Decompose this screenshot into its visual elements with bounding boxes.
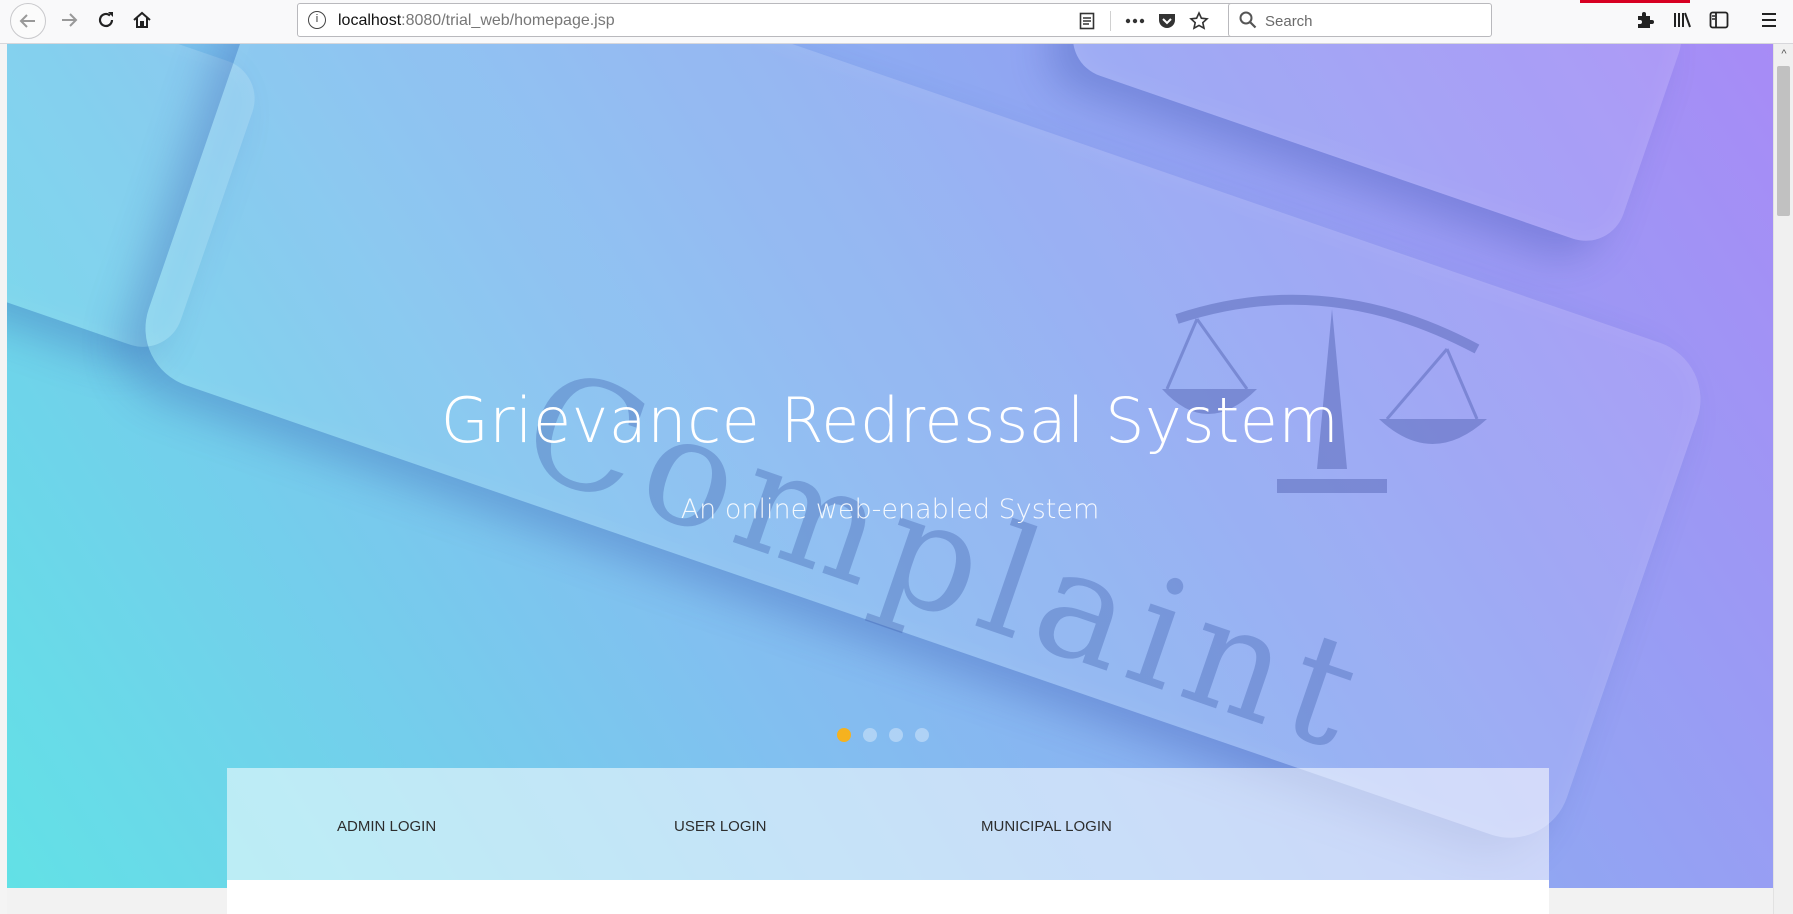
page-viewport: Complaint Grievance Redressal System An … [7, 44, 1773, 914]
carousel-dot-1[interactable] [837, 728, 851, 742]
carousel-indicators [837, 728, 929, 742]
extensions-icon [1638, 12, 1654, 28]
hero-title: Grievance Redressal System [440, 384, 1340, 457]
scroll-up-arrow-icon[interactable]: ^ [1778, 48, 1790, 60]
library-icon [1674, 12, 1691, 28]
user-login-link[interactable]: USER LOGIN [674, 818, 767, 835]
scrollbar-thumb[interactable] [1777, 66, 1790, 216]
admin-login-link[interactable]: ADMIN LOGIN [337, 818, 436, 835]
back-arrow-icon [19, 14, 35, 28]
sidebar-icon [1709, 11, 1729, 29]
municipal-login-link[interactable]: MUNICIPAL LOGIN [981, 818, 1112, 835]
pocket-icon[interactable] [1156, 10, 1178, 32]
login-panel: ADMIN LOGIN USER LOGIN MUNICIPAL LOGIN [227, 768, 1549, 886]
hamburger-menu-icon [1762, 13, 1776, 27]
forward-arrow-icon [62, 13, 78, 27]
reader-view-icon[interactable] [1076, 10, 1098, 32]
menu-button[interactable] [1752, 3, 1786, 37]
reload-icon [98, 12, 114, 28]
forward-button[interactable] [52, 3, 86, 37]
sidebar-button[interactable] [1702, 3, 1736, 37]
info-icon[interactable]: i [308, 11, 326, 29]
hero-carousel: Complaint Grievance Redressal System An … [7, 44, 1773, 888]
vertical-scrollbar[interactable]: ^ [1773, 44, 1793, 914]
carousel-dot-4[interactable] [915, 728, 929, 742]
extensions-button[interactable] [1628, 3, 1662, 37]
search-icon [1239, 11, 1257, 29]
carousel-dot-2[interactable] [863, 728, 877, 742]
hero-subtitle: An online web-enabled System [680, 494, 1100, 525]
content-panel [227, 880, 1549, 914]
home-icon [133, 11, 151, 28]
home-button[interactable] [125, 3, 159, 37]
more-actions-icon[interactable] [1124, 10, 1146, 32]
reload-button[interactable] [89, 3, 123, 37]
search-placeholder: Search [1265, 13, 1313, 30]
library-button[interactable] [1665, 3, 1699, 37]
search-bar[interactable]: Search [1228, 3, 1492, 37]
url-separator [1110, 11, 1111, 31]
browser-toolbar: i localhost:8080/trial_web/homepage.jsp … [0, 0, 1793, 44]
url-host: localhost [338, 12, 402, 29]
back-button[interactable] [10, 3, 46, 39]
carousel-dot-3[interactable] [889, 728, 903, 742]
url-text[interactable]: localhost:8080/trial_web/homepage.jsp [338, 12, 615, 30]
bookmark-star-icon[interactable] [1188, 10, 1210, 32]
url-path: :8080/trial_web/homepage.jsp [401, 12, 615, 29]
